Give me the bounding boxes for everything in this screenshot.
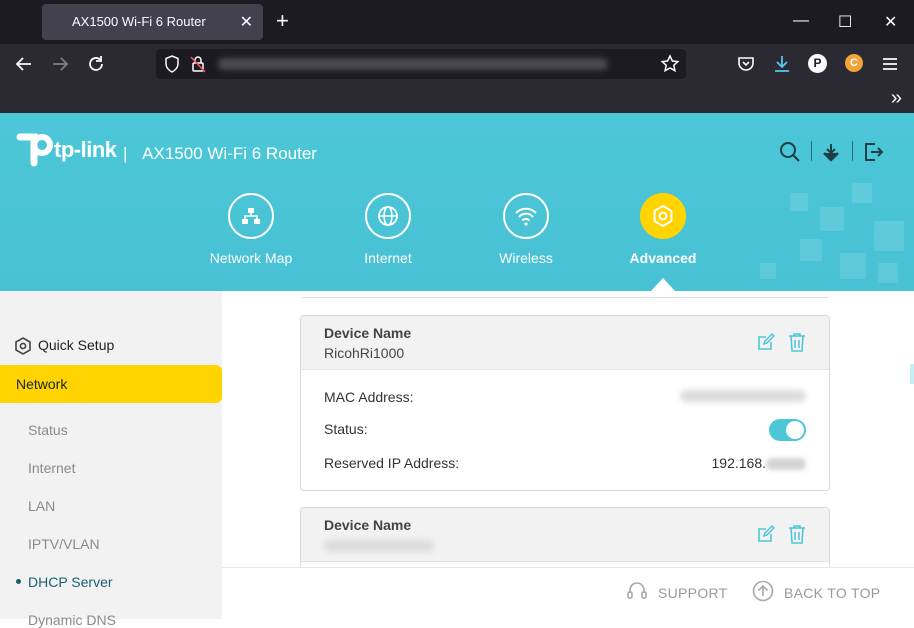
brand-name: tp-link <box>54 137 117 162</box>
sidebar-item-internet[interactable]: Internet <box>28 460 75 476</box>
decor-pixel <box>820 207 844 231</box>
header-divider <box>852 141 853 161</box>
back-arrow-icon[interactable] <box>14 54 34 74</box>
device-name-value: RicohRi1000 <box>324 345 405 361</box>
ip-prefix: 192.168. <box>711 455 767 471</box>
reservation-card: Device Name RicohRi1000 MAC Address: Sta… <box>300 315 830 491</box>
tab-wireless[interactable]: Wireless <box>471 193 581 266</box>
device-name-label: Device Name <box>324 517 412 533</box>
back-to-top-label: BACK TO TOP <box>784 585 881 601</box>
sidebar-item-label: Quick Setup <box>38 337 115 353</box>
sidebar-item-lan[interactable]: LAN <box>28 498 55 514</box>
card-header: Device Name RicohRi1000 <box>301 316 829 370</box>
logout-icon[interactable] <box>862 141 884 163</box>
forward-arrow-icon[interactable] <box>50 54 70 74</box>
bookmarks-bar: » <box>0 84 914 113</box>
network-map-icon <box>228 193 274 239</box>
url-text-redacted <box>218 58 608 70</box>
decor-pixel <box>790 193 808 211</box>
extension-icon[interactable]: C <box>845 54 863 72</box>
footer-bar: SUPPORT BACK TO TOP <box>222 567 914 619</box>
tab-label: Wireless <box>499 250 553 266</box>
browser-tab[interactable]: AX1500 Wi-Fi 6 Router ✕ <box>42 4 263 40</box>
scrollbar-thumb[interactable] <box>910 364 914 384</box>
sidebar-item-dhcp-server[interactable]: DHCP Server <box>28 574 113 590</box>
router-header: tp-link | AX1500 Wi-Fi 6 Router Network … <box>0 113 914 291</box>
device-name-label: Device Name <box>324 325 412 341</box>
gear-icon <box>640 193 686 239</box>
active-item-dot <box>16 579 21 584</box>
sidebar-item-dynamic-dns[interactable]: Dynamic DNS <box>28 612 116 628</box>
title-separator: | <box>123 144 128 163</box>
decor-pixel <box>878 263 898 283</box>
browser-nav-bar: P C <box>0 44 914 84</box>
tab-title: AX1500 Wi-Fi 6 Router <box>72 14 206 29</box>
sidebar-section-network[interactable]: Network <box>0 365 222 403</box>
menu-icon[interactable] <box>881 54 899 74</box>
headset-icon <box>627 582 647 599</box>
arrow-up-circle-icon <box>752 580 774 602</box>
header-divider <box>811 141 812 161</box>
wifi-icon <box>503 193 549 239</box>
bookmark-star-icon[interactable] <box>660 54 680 74</box>
url-bar[interactable] <box>156 49 686 79</box>
divider <box>302 297 828 298</box>
status-toggle[interactable] <box>769 419 806 441</box>
tab-close-icon[interactable]: ✕ <box>240 12 253 32</box>
tab-label: Network Map <box>209 250 293 266</box>
browser-tab-bar: AX1500 Wi-Fi 6 Router ✕ + — ☐ ✕ <box>0 0 914 44</box>
reserved-ip-label: Reserved IP Address: <box>324 455 460 471</box>
tp-link-logo-icon <box>16 133 53 167</box>
reserved-ip-value: 192.168. <box>711 455 806 471</box>
ip-suffix-redacted <box>766 458 806 471</box>
globe-icon <box>365 193 411 239</box>
router-name: AX1500 Wi-Fi 6 Router <box>142 144 317 163</box>
tab-advanced[interactable]: Advanced <box>608 193 718 266</box>
overflow-chevron-icon[interactable]: » <box>891 87 902 110</box>
tab-label: Advanced <box>629 250 697 266</box>
quick-setup-icon <box>15 337 31 355</box>
tab-network-map[interactable]: Network Map <box>196 193 306 266</box>
device-name-value-redacted <box>324 539 434 555</box>
trash-icon[interactable] <box>788 524 806 544</box>
reload-icon[interactable] <box>86 54 106 74</box>
sidebar-item-status[interactable]: Status <box>28 422 68 438</box>
tab-label: Internet <box>364 250 412 266</box>
download-icon[interactable] <box>772 54 792 74</box>
sidebar-item-iptv-vlan[interactable]: IPTV/VLAN <box>28 536 100 552</box>
decor-pixel <box>760 263 776 279</box>
tab-internet[interactable]: Internet <box>333 193 443 266</box>
new-tab-button[interactable]: + <box>276 9 289 33</box>
download-app-icon[interactable] <box>820 141 842 163</box>
pocket-icon[interactable] <box>736 54 756 74</box>
support-label: SUPPORT <box>658 585 728 601</box>
active-tab-caret <box>651 278 675 291</box>
status-label: Status: <box>324 421 368 437</box>
close-window-button[interactable]: ✕ <box>884 12 897 32</box>
decor-pixel <box>874 221 904 251</box>
edit-icon[interactable] <box>757 333 775 351</box>
decor-pixel <box>800 239 822 261</box>
shield-icon[interactable] <box>164 55 180 73</box>
toggle-knob <box>786 421 804 439</box>
mac-address-value-redacted <box>680 389 806 405</box>
sidebar: Quick Setup Network Status Internet LAN … <box>0 291 222 628</box>
maximize-button[interactable]: ☐ <box>838 12 852 32</box>
trash-icon[interactable] <box>788 332 806 352</box>
router-title: | AX1500 Wi-Fi 6 Router <box>123 144 317 164</box>
mac-address-label: MAC Address: <box>324 389 414 405</box>
minimize-button[interactable]: — <box>793 12 809 30</box>
decor-pixel <box>840 253 866 279</box>
edit-icon[interactable] <box>757 525 775 543</box>
card-header: Device Name <box>301 508 829 562</box>
search-icon[interactable] <box>779 141 801 163</box>
profile-icon[interactable]: P <box>808 54 827 73</box>
lock-icon[interactable] <box>190 55 206 73</box>
decor-pixel <box>852 183 872 203</box>
sidebar-section-label: Network <box>16 376 68 392</box>
